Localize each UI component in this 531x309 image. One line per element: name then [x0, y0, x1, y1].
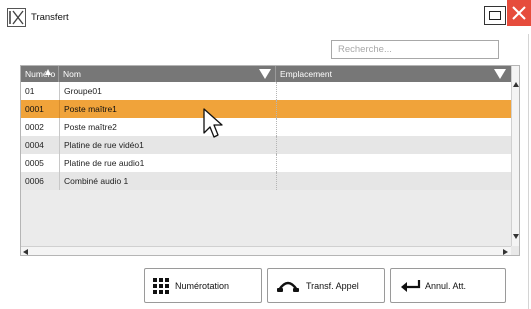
cancel-hold-button[interactable]: Annul. Att. [390, 268, 506, 303]
vertical-scrollbar[interactable] [511, 66, 519, 246]
column-name-label: Nom [63, 69, 81, 79]
table-row[interactable]: 01 Groupe01 [21, 82, 511, 100]
horizontal-scrollbar[interactable] [21, 246, 511, 255]
filter-dropdown-icon[interactable] [259, 69, 271, 79]
return-arrow-icon [401, 280, 421, 292]
scroll-down-icon[interactable] [513, 234, 519, 239]
column-location-label: Emplacement [280, 69, 332, 79]
cell-name: Platine de rue audio1 [59, 154, 276, 172]
cell-number: 0002 [25, 122, 44, 132]
window-edge [528, 34, 529, 309]
dial-button[interactable]: Numérotation [144, 268, 262, 303]
cell-location [276, 136, 511, 154]
cancel-hold-label: Annul. Att. [425, 281, 467, 291]
table-row[interactable]: 0004 Platine de rue vidéo1 [21, 136, 511, 154]
transfer-call-label: Transf. Appel [306, 281, 359, 291]
table-row[interactable]: 0005 Platine de rue audio1 [21, 154, 511, 172]
scroll-up-icon[interactable] [513, 82, 519, 87]
cell-number: 0006 [25, 176, 44, 186]
table-row[interactable]: 0006 Combiné audio 1 [21, 172, 511, 190]
cell-number: 01 [25, 86, 35, 96]
cell-number: 0005 [25, 158, 44, 168]
column-header-name[interactable]: Nom [59, 66, 276, 82]
cell-name: Combiné audio 1 [59, 172, 276, 190]
filter-dropdown-icon[interactable] [494, 69, 506, 79]
app-logo [7, 8, 26, 27]
cell-location [276, 118, 511, 136]
cell-location [276, 154, 511, 172]
window-title: Transfert [31, 12, 69, 23]
search-input[interactable] [331, 40, 499, 59]
cell-location [276, 172, 511, 190]
contact-table: Numéro Nom Emplacement 01 Groupe01 0001 … [20, 65, 520, 256]
table-row-selected[interactable]: 0001 Poste maître1 [21, 100, 511, 118]
cell-location [276, 82, 511, 100]
transfer-call-button[interactable]: Transf. Appel [267, 268, 385, 303]
maximize-icon [489, 11, 501, 20]
cell-name: Poste maître2 [59, 118, 276, 136]
table-header: Numéro Nom Emplacement [21, 66, 511, 82]
table-row[interactable]: 0002 Poste maître2 [21, 118, 511, 136]
close-icon [512, 6, 526, 20]
cell-number: 0001 [25, 104, 44, 114]
scrollbar-corner [511, 246, 519, 255]
cell-number: 0004 [25, 140, 44, 150]
scroll-right-icon[interactable] [503, 249, 508, 255]
keypad-icon [153, 278, 169, 294]
column-header-number[interactable]: Numéro [21, 66, 59, 82]
handset-icon [277, 281, 299, 292]
cell-name: Poste maître1 [59, 100, 276, 118]
close-button[interactable] [507, 0, 531, 26]
cell-name: Platine de rue vidéo1 [59, 136, 276, 154]
table-body: 01 Groupe01 0001 Poste maître1 0002 Post… [21, 82, 511, 190]
cell-name: Groupe01 [59, 82, 276, 100]
scroll-left-icon[interactable] [23, 249, 28, 255]
title-bar: Transfert [0, 0, 531, 34]
dial-button-label: Numérotation [175, 281, 230, 291]
sort-ascending-icon [45, 69, 51, 75]
column-header-location[interactable]: Emplacement [276, 66, 511, 82]
cell-location [276, 100, 511, 118]
maximize-button[interactable] [484, 6, 506, 25]
ix-logo-icon [9, 10, 24, 25]
